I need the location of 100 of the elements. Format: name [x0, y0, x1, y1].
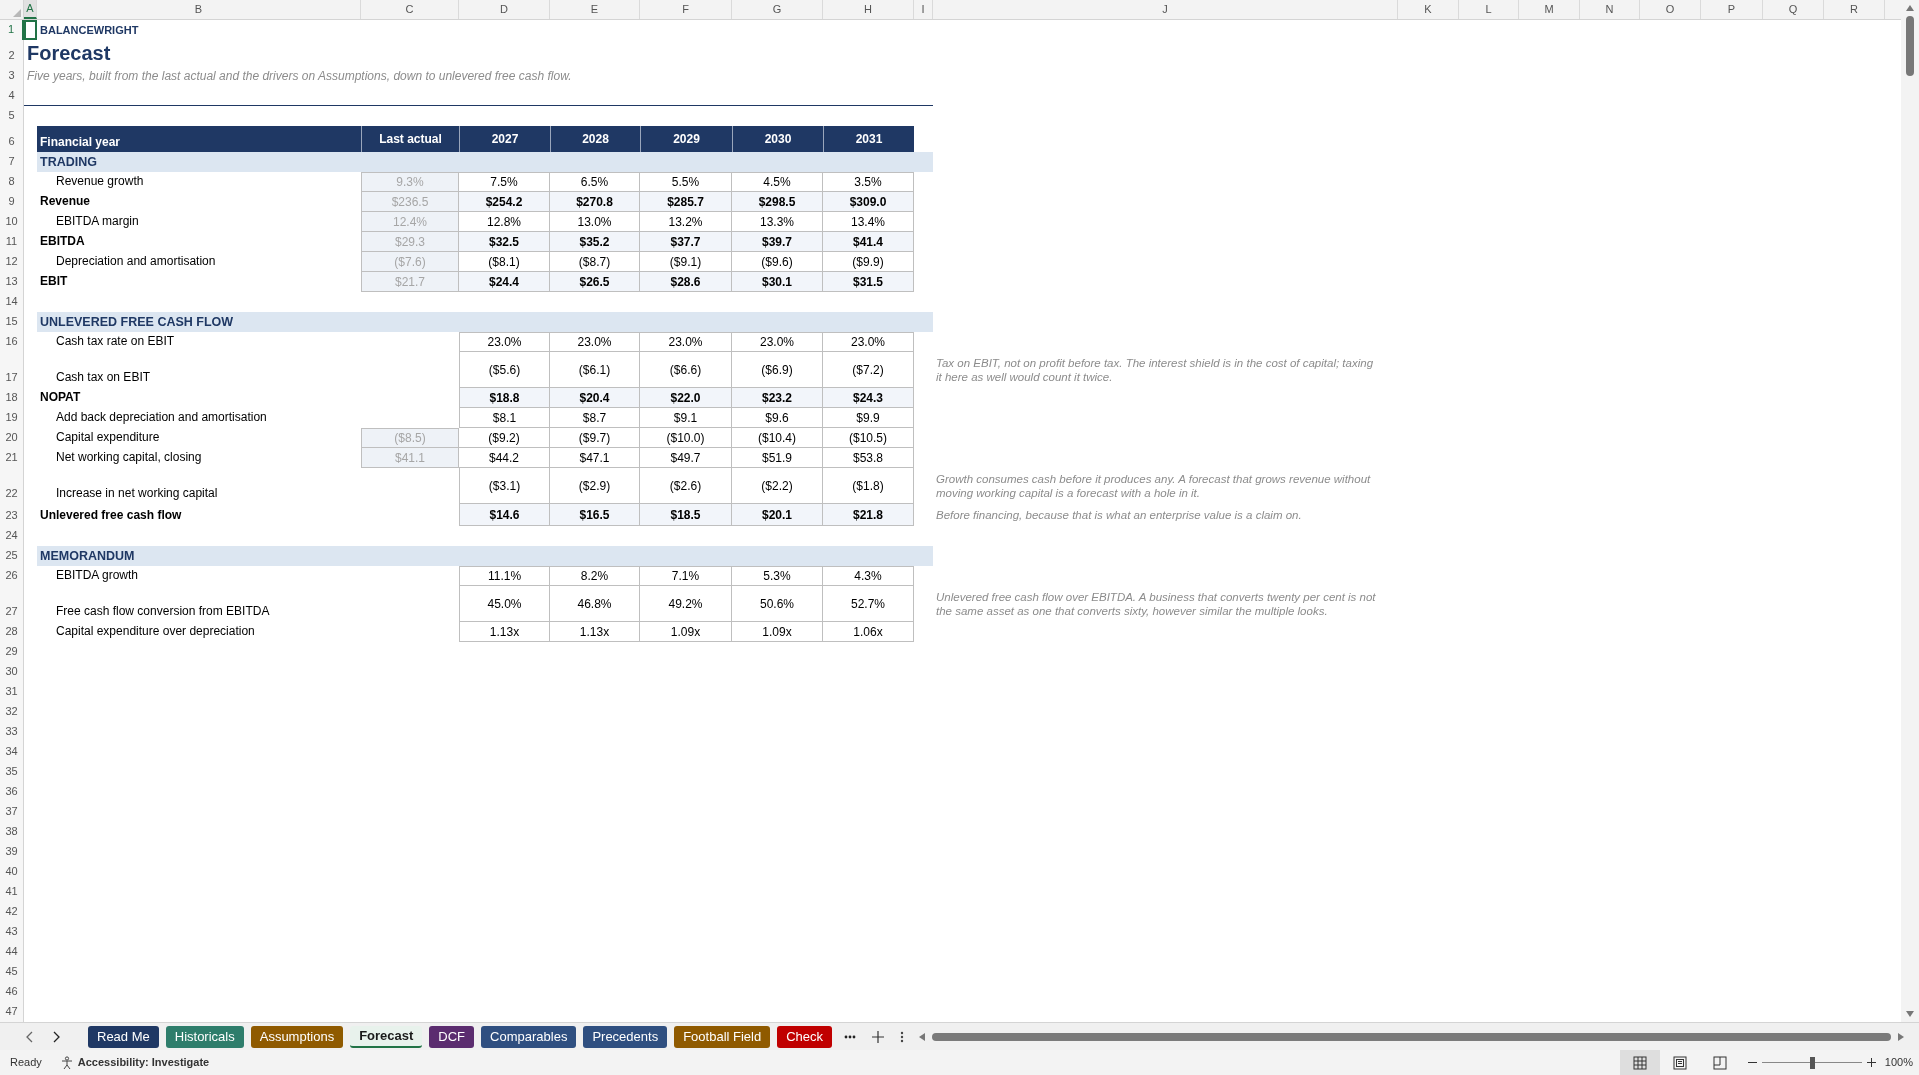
row-header[interactable]: 14 — [0, 292, 24, 312]
row-header[interactable]: 24 — [0, 526, 24, 546]
column-header[interactable]: P — [1701, 0, 1763, 19]
zoom-level[interactable]: 100% — [1884, 1054, 1919, 1071]
column-header[interactable]: A — [24, 0, 37, 19]
row-header[interactable]: 42 — [0, 902, 24, 922]
sheet-tab[interactable]: Football Field — [674, 1025, 771, 1048]
chevron-left-icon[interactable] — [26, 1030, 34, 1043]
zoom-in-icon[interactable] — [1866, 1058, 1876, 1067]
row-header[interactable]: 10 — [0, 212, 24, 232]
row-header[interactable]: 36 — [0, 782, 24, 802]
row-header[interactable]: 4 — [0, 86, 24, 106]
sheet-tab[interactable]: Precedents — [583, 1025, 668, 1048]
view-button[interactable] — [1619, 1050, 1660, 1075]
column-header[interactable]: F — [640, 0, 732, 19]
row-header[interactable]: 32 — [0, 702, 24, 722]
row-header[interactable]: 38 — [0, 822, 24, 842]
row-header[interactable]: 5 — [0, 106, 24, 126]
row-header[interactable]: 37 — [0, 802, 24, 822]
sheet-tab[interactable]: Check — [777, 1025, 833, 1048]
row-header[interactable]: 21 — [0, 448, 24, 468]
sheet-tab[interactable]: Assumptions — [250, 1025, 344, 1048]
column-header[interactable]: M — [1519, 0, 1580, 19]
row-header[interactable]: 2 — [0, 40, 24, 66]
column-header[interactable]: I — [914, 0, 933, 19]
column-header[interactable]: B — [37, 0, 361, 19]
horizontal-scrollbar-thumb[interactable] — [932, 1032, 1891, 1041]
row-header[interactable]: 23 — [0, 504, 24, 526]
row-header[interactable]: 41 — [0, 882, 24, 902]
sheet-tab[interactable]: Comparables — [481, 1025, 577, 1048]
accessibility-status[interactable]: Accessibility: Investigate — [77, 1054, 210, 1071]
row-header[interactable]: 9 — [0, 192, 24, 212]
table-cell: $14.6 — [459, 504, 550, 526]
row-header[interactable]: 43 — [0, 922, 24, 942]
vertical-scrollbar[interactable] — [1901, 0, 1919, 1022]
column-header[interactable]: L — [1459, 0, 1519, 19]
row-header[interactable]: 40 — [0, 862, 24, 882]
sheet-tab[interactable]: Historicals — [165, 1025, 244, 1048]
row-header[interactable]: 7 — [0, 152, 24, 172]
table-cell: ($1.8) — [823, 468, 914, 504]
row-header[interactable]: 25 — [0, 546, 24, 566]
last-actual-cell: $21.7 — [361, 272, 459, 292]
column-header[interactable]: G — [732, 0, 823, 19]
row-header[interactable]: 27 — [0, 586, 24, 622]
row-header[interactable]: 33 — [0, 722, 24, 742]
row-header[interactable]: 22 — [0, 468, 24, 504]
row-header[interactable]: 35 — [0, 762, 24, 782]
row-header[interactable]: 1 — [0, 20, 24, 40]
row-header[interactable]: 34 — [0, 742, 24, 762]
row-header[interactable]: 26 — [0, 566, 24, 586]
row-header[interactable]: 16 — [0, 332, 24, 352]
vertical-dots-icon[interactable] — [900, 1030, 905, 1043]
row-header[interactable]: 13 — [0, 272, 24, 292]
last-actual-cell: ($8.5) — [361, 428, 459, 448]
column-header[interactable]: K — [1398, 0, 1459, 19]
column-header[interactable]: H — [823, 0, 914, 19]
up-arrow-icon[interactable] — [1905, 4, 1915, 12]
sheet-tab[interactable]: Forecast — [350, 1025, 423, 1048]
row-header[interactable]: 39 — [0, 842, 24, 862]
note-text: Growth consumes cash before it produces any. A forecast that grows revenue without moving working capital is a forecast with a hole in it. — [936, 472, 1372, 500]
row-header[interactable]: 3 — [0, 66, 24, 86]
row-header[interactable]: 18 — [0, 388, 24, 408]
sheet-tab[interactable]: Read Me — [88, 1025, 159, 1048]
row-header[interactable]: 47 — [0, 1002, 24, 1022]
table-cell: ($9.6) — [732, 252, 823, 272]
scrollbar-thumb[interactable] — [1906, 16, 1914, 76]
row-header[interactable]: 15 — [0, 312, 24, 332]
row-header[interactable]: 11 — [0, 232, 24, 252]
cell-cursor[interactable] — [24, 20, 37, 40]
row-header[interactable]: 28 — [0, 622, 24, 642]
more-options-icon[interactable] — [844, 1034, 857, 1039]
column-header[interactable]: J — [933, 0, 1398, 19]
row-header[interactable]: 45 — [0, 962, 24, 982]
chevron-right-icon[interactable] — [52, 1030, 60, 1043]
row-header[interactable]: 44 — [0, 942, 24, 962]
add-sheet-icon[interactable] — [872, 1030, 885, 1043]
column-header[interactable]: D — [459, 0, 550, 19]
row-header[interactable]: 31 — [0, 682, 24, 702]
row-header[interactable]: 29 — [0, 642, 24, 662]
column-header[interactable]: O — [1640, 0, 1701, 19]
slider-thumb[interactable] — [1809, 1056, 1815, 1069]
row-header[interactable]: 19 — [0, 408, 24, 428]
column-header[interactable]: E — [550, 0, 640, 19]
row-header[interactable]: 17 — [0, 352, 24, 388]
column-header[interactable]: N — [1580, 0, 1640, 19]
column-header[interactable]: R — [1824, 0, 1885, 19]
zoom-slider[interactable] — [1761, 1056, 1862, 1069]
sheet-tab[interactable]: DCF — [429, 1025, 475, 1048]
column-header[interactable]: C — [361, 0, 459, 19]
down-arrow-icon[interactable] — [1905, 1010, 1915, 1018]
accessibility-person-icon[interactable] — [59, 1055, 74, 1070]
left-arrow-icon[interactable] — [918, 1031, 927, 1042]
right-arrow-icon[interactable] — [1897, 1031, 1905, 1042]
row-header[interactable]: 6 — [0, 126, 24, 152]
row-header[interactable]: 12 — [0, 252, 24, 272]
row-header[interactable]: 20 — [0, 428, 24, 448]
column-header[interactable]: Q — [1763, 0, 1824, 19]
row-header[interactable]: 46 — [0, 982, 24, 1002]
row-header[interactable]: 8 — [0, 172, 24, 192]
row-header[interactable]: 30 — [0, 662, 24, 682]
